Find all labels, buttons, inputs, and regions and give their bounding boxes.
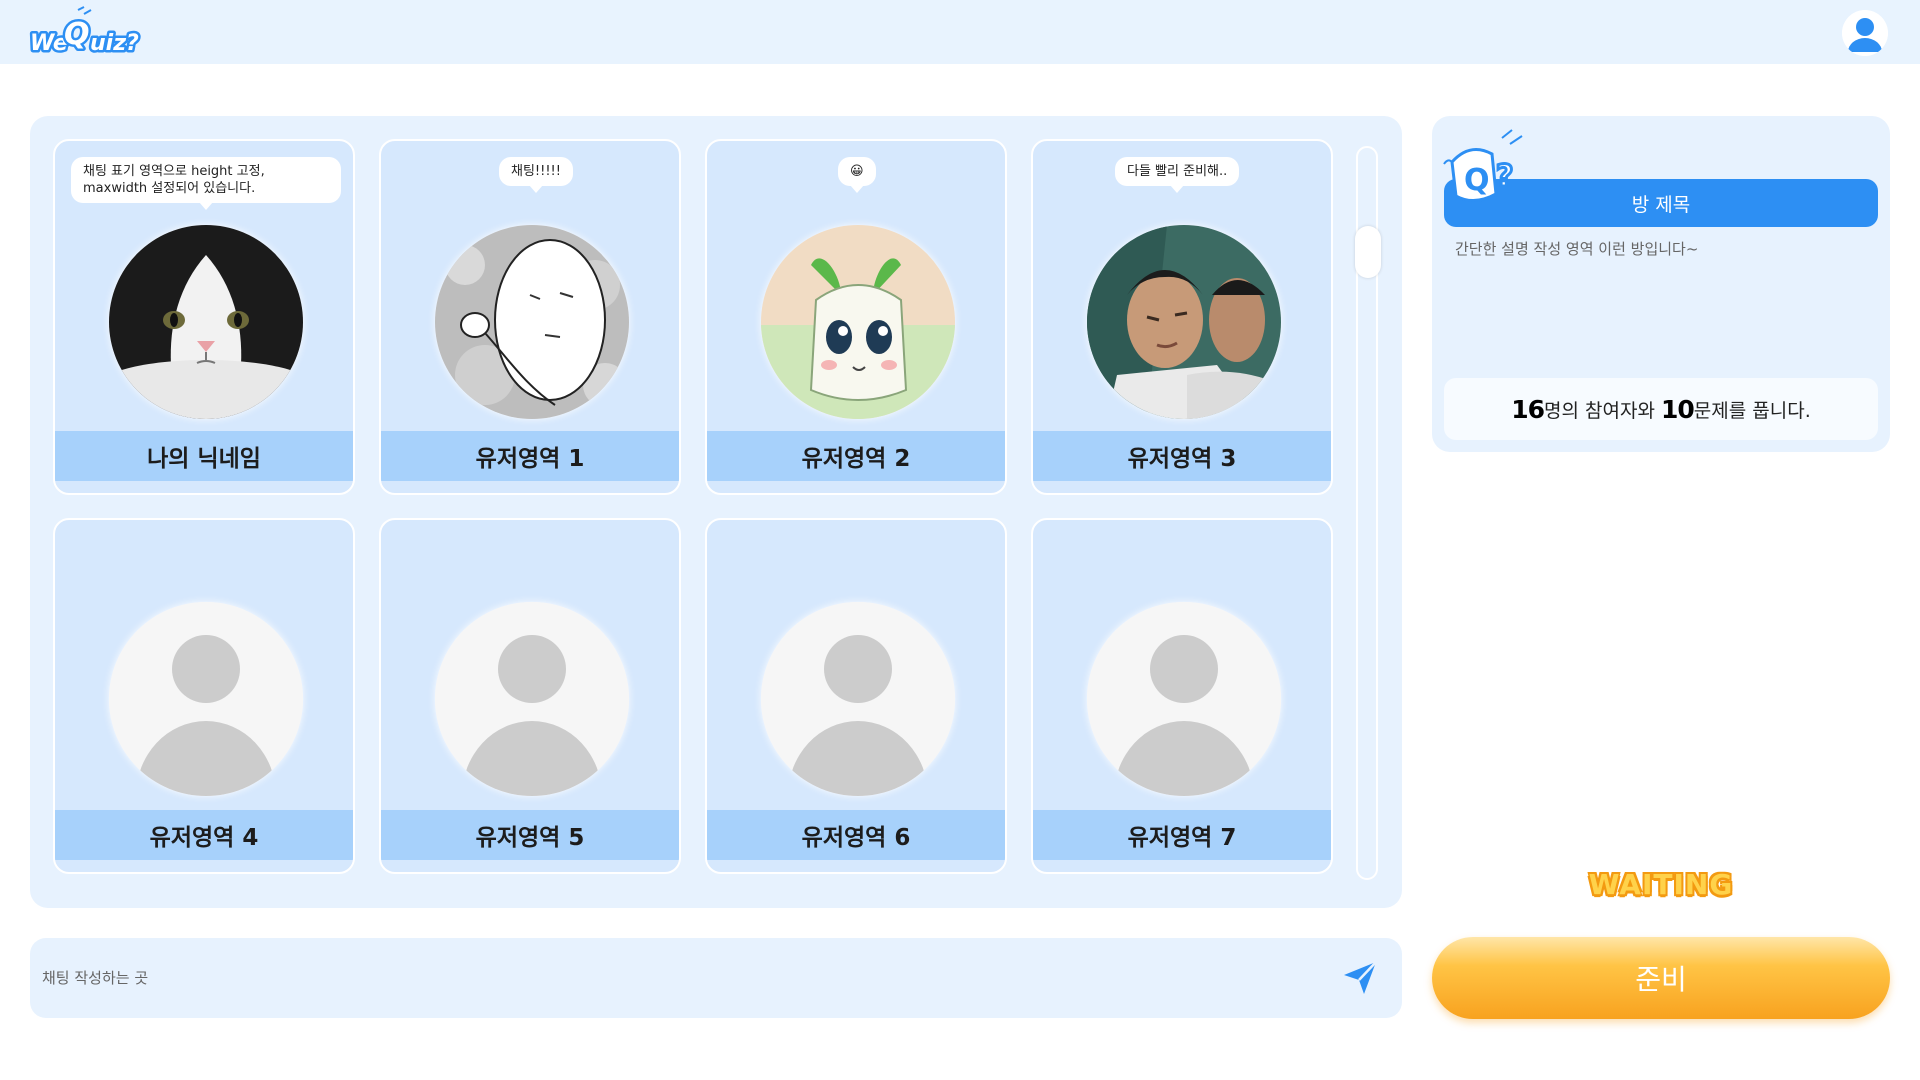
player-card-6: 유저영역 6	[705, 518, 1007, 874]
player-card-1: 채팅!!!!! 유저영역 1	[379, 139, 681, 495]
chat-input[interactable]	[42, 958, 1322, 998]
player-name: 유저영역 6	[707, 810, 1005, 860]
sprout-character-avatar-icon	[761, 225, 955, 419]
question-count: 10	[1661, 394, 1695, 424]
participant-label: 명의 참여자와	[1544, 399, 1655, 422]
player-card-7: 유저영역 7	[1031, 518, 1333, 874]
player-name: 유저영역 7	[1033, 810, 1331, 860]
player-card-2: 😀 유저영역 2	[705, 139, 1007, 495]
send-icon[interactable]	[1342, 960, 1380, 996]
waiting-status: WAITING	[1588, 868, 1734, 901]
cat-avatar-icon	[109, 225, 303, 419]
svg-text:uiz?: uiz?	[90, 31, 139, 56]
chat-bubble: 채팅!!!!!	[499, 157, 573, 193]
sleeping-man-avatar-icon	[1087, 225, 1281, 419]
question-label: 문제를 풉니다.	[1693, 399, 1811, 422]
svg-text:Q: Q	[64, 17, 90, 52]
default-user-icon	[1087, 602, 1281, 796]
player-name: 유저영역 1	[381, 431, 679, 481]
player-card-5: 유저영역 5	[379, 518, 681, 874]
room-summary: 16 명의 참여자와 10 문제를 풉니다.	[1444, 378, 1878, 440]
chat-bubble: 😀	[838, 157, 876, 193]
default-user-icon	[435, 602, 629, 796]
participant-count: 16	[1511, 394, 1545, 424]
room-description: 간단한 설명 작성 영역 이런 방입니다~	[1455, 240, 1699, 258]
player-name: 유저영역 5	[381, 810, 679, 860]
player-name: 유저영역 3	[1033, 431, 1331, 481]
player-name: 유저영역 2	[707, 431, 1005, 481]
ready-button[interactable]: 준비	[1432, 937, 1890, 1019]
default-user-icon	[761, 602, 955, 796]
player-card-0: 채팅 표기 영역으로 height 고정, maxwidth 설정되어 있습니다…	[53, 139, 355, 495]
manga-avatar-icon	[435, 225, 629, 419]
top-bar: We We Q Q uiz? uiz?	[0, 0, 1920, 64]
default-user-icon	[109, 602, 303, 796]
svg-text:Q: Q	[1464, 163, 1490, 198]
quiz-mascot-icon: Q ?	[1440, 124, 1540, 214]
player-card-3: 다들 빨리 준비해.. 유저영역 3	[1031, 139, 1333, 495]
player-name: 유저영역 4	[55, 810, 353, 860]
player-card-4: 유저영역 4	[53, 518, 355, 874]
chat-bubble: 다들 빨리 준비해..	[1115, 157, 1240, 193]
svg-text:We: We	[30, 31, 68, 56]
wequiz-logo[interactable]: We We Q Q uiz? uiz?	[28, 6, 144, 59]
player-name: 나의 닉네임	[55, 431, 353, 481]
profile-icon[interactable]	[1842, 10, 1888, 56]
svg-text:?: ?	[1496, 159, 1513, 194]
scrollbar-thumb[interactable]	[1355, 226, 1381, 278]
chat-bubble: 채팅 표기 영역으로 height 고정, maxwidth 설정되어 있습니다…	[71, 157, 341, 210]
chat-bar	[30, 938, 1402, 1018]
